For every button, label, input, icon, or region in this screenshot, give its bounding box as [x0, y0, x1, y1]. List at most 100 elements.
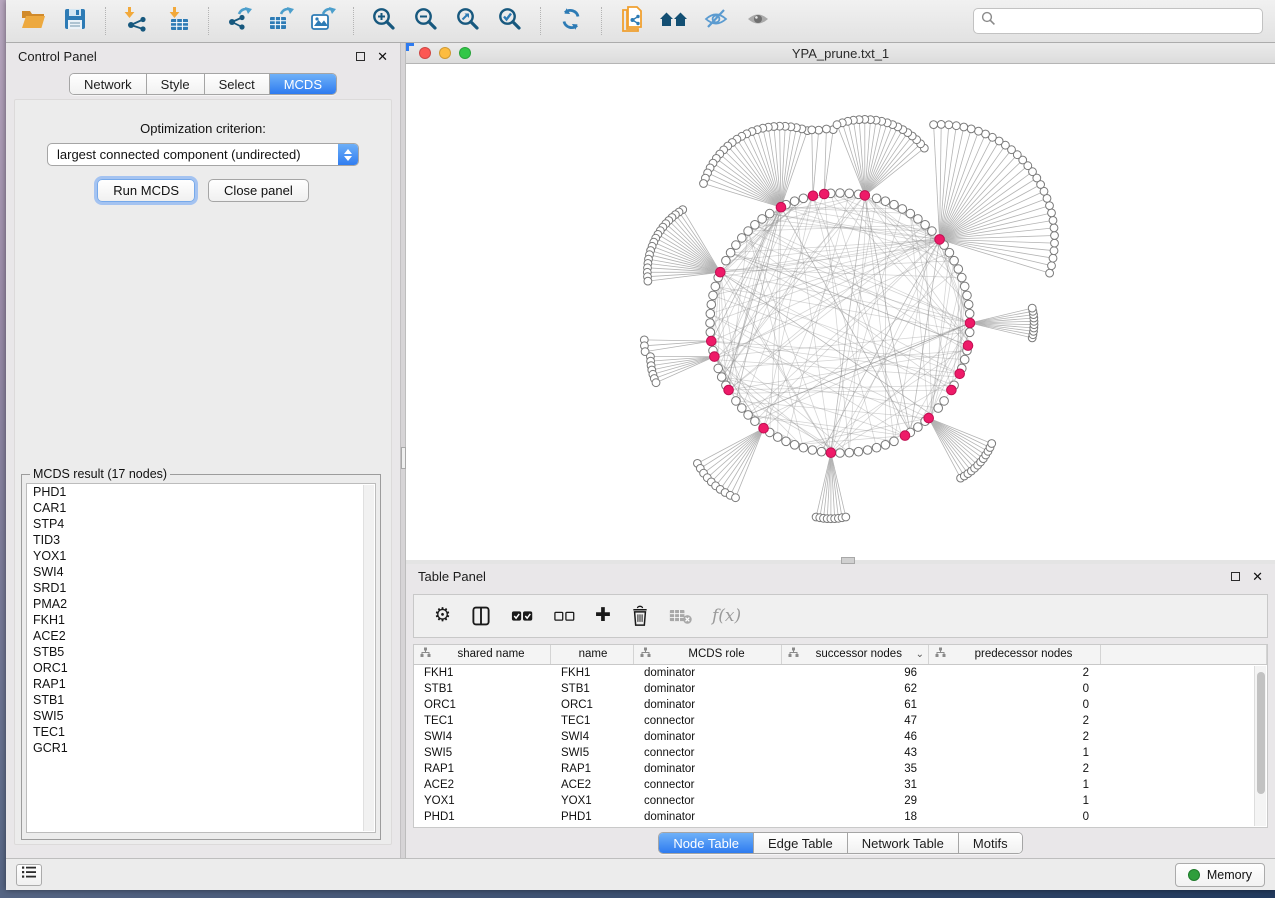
search-input[interactable]: [1001, 14, 1255, 29]
shared-column-icon: [420, 647, 436, 661]
close-panel-icon[interactable]: ✕: [377, 50, 388, 63]
close-panel-icon[interactable]: ✕: [1252, 570, 1263, 583]
tab-network[interactable]: Network: [70, 74, 147, 94]
eye-icon: [745, 6, 771, 37]
optimization-criterion-label: Optimization criterion:: [15, 121, 391, 136]
list-item[interactable]: TID3: [27, 532, 375, 548]
search-icon: [981, 11, 996, 31]
deselect-all-columns-icon[interactable]: [554, 607, 576, 625]
horizontal-splitter[interactable]: [406, 560, 1275, 564]
list-item[interactable]: FKH1: [27, 612, 375, 628]
list-item[interactable]: ORC1: [27, 660, 375, 676]
sort-descending-icon: ⌄: [916, 649, 924, 660]
import-network-button[interactable]: [117, 4, 155, 38]
table-row[interactable]: SWI4SWI4dominator462: [414, 729, 1267, 745]
toolbar-separator: [208, 7, 209, 35]
table-row[interactable]: SWI5SWI5connector431: [414, 745, 1267, 761]
table-row[interactable]: PHD1PHD1dominator180: [414, 809, 1267, 825]
table-row[interactable]: ORC1ORC1dominator610: [414, 697, 1267, 713]
table-row[interactable]: TEC1TEC1connector472: [414, 713, 1267, 729]
tab-select[interactable]: Select: [205, 74, 270, 94]
show-columns-icon[interactable]: [470, 605, 492, 627]
table-row[interactable]: FKH1FKH1dominator962: [414, 665, 1267, 681]
network-canvas[interactable]: [406, 64, 1275, 560]
zoom-in-icon: [371, 6, 397, 37]
task-history-button[interactable]: [16, 864, 42, 886]
splitter-handle[interactable]: [841, 557, 855, 564]
close-panel-button[interactable]: Close panel: [208, 179, 309, 202]
tab-motifs[interactable]: Motifs: [959, 833, 1022, 853]
table-row[interactable]: ACE2ACE2connector311: [414, 777, 1267, 793]
tab-style[interactable]: Style: [147, 74, 205, 94]
mcds-panel: Optimization criterion: largest connecte…: [14, 99, 392, 845]
export-table-button[interactable]: [262, 4, 300, 38]
network-window-titlebar[interactable]: YPA_prune.txt_1: [406, 43, 1275, 64]
table-settings-gear-icon[interactable]: ⚙: [434, 606, 451, 625]
show-hidden-button[interactable]: [739, 4, 777, 38]
mcds-result-title: MCDS result (17 nodes): [30, 467, 170, 481]
list-item[interactable]: STB1: [27, 692, 375, 708]
table-scrollbar[interactable]: [1254, 666, 1266, 827]
create-column-plus-icon[interactable]: ✚: [595, 606, 611, 625]
list-item[interactable]: RAP1: [27, 676, 375, 692]
tab-mcds[interactable]: MCDS: [270, 74, 336, 94]
function-builder-icon: f(x): [712, 606, 741, 626]
table-row[interactable]: STB1STB1dominator620: [414, 681, 1267, 697]
delete-column-trash-icon[interactable]: [630, 605, 650, 627]
memory-button[interactable]: Memory: [1175, 863, 1265, 887]
list-item[interactable]: SWI5: [27, 708, 375, 724]
import-table-button[interactable]: [159, 4, 197, 38]
two-houses-icon: [659, 6, 689, 37]
list-item[interactable]: GCR1: [27, 740, 375, 756]
dropdown-stepper-icon: [338, 143, 358, 166]
save-session-button[interactable]: [56, 4, 94, 38]
export-image-button[interactable]: [304, 4, 342, 38]
table-scrollbar-thumb[interactable]: [1257, 672, 1265, 794]
zoom-out-button[interactable]: [407, 4, 445, 38]
list-item[interactable]: PMA2: [27, 596, 375, 612]
list-item[interactable]: SRD1: [27, 580, 375, 596]
float-panel-icon[interactable]: [356, 52, 365, 61]
tab-node-table[interactable]: Node Table: [659, 833, 754, 853]
list-item[interactable]: ACE2: [27, 628, 375, 644]
zoom-selected-icon: [497, 6, 523, 37]
list-item[interactable]: STB5: [27, 644, 375, 660]
zoom-fit-button[interactable]: [449, 4, 487, 38]
export-network-button[interactable]: [220, 4, 258, 38]
table-row[interactable]: RAP1RAP1dominator352: [414, 761, 1267, 777]
refresh-view-button[interactable]: [552, 4, 590, 38]
column-header-successor-nodes[interactable]: successor nodes⌄: [782, 645, 929, 664]
list-item[interactable]: PHD1: [27, 484, 375, 500]
search-box: [973, 8, 1263, 34]
zoom-in-button[interactable]: [365, 4, 403, 38]
network-graph[interactable]: [406, 64, 1275, 560]
zoom-selected-button[interactable]: [491, 4, 529, 38]
network-document-icon: [619, 6, 645, 37]
table-header-row: shared namenameMCDS rolesuccessor nodes⌄…: [414, 645, 1267, 665]
hide-selected-button[interactable]: [697, 4, 735, 38]
first-neighbors-button[interactable]: [655, 4, 693, 38]
import-table-icon: [165, 6, 191, 37]
tab-network-table[interactable]: Network Table: [848, 833, 959, 853]
list-item[interactable]: TEC1: [27, 724, 375, 740]
result-list-scrollbar[interactable]: [363, 485, 374, 831]
delete-table-icon: [669, 606, 693, 626]
column-header-predecessor-nodes[interactable]: predecessor nodes: [929, 645, 1101, 664]
tab-edge-table[interactable]: Edge Table: [754, 833, 848, 853]
table-row[interactable]: YOX1YOX1connector291: [414, 793, 1267, 809]
select-all-columns-icon[interactable]: [511, 606, 535, 626]
list-item[interactable]: STP4: [27, 516, 375, 532]
column-header-MCDS-role[interactable]: MCDS role: [634, 645, 782, 664]
list-item[interactable]: SWI4: [27, 564, 375, 580]
shared-column-icon: [640, 647, 656, 661]
run-mcds-button[interactable]: Run MCDS: [97, 179, 195, 202]
list-item[interactable]: CAR1: [27, 500, 375, 516]
open-file-button[interactable]: [14, 4, 52, 38]
column-header-name[interactable]: name: [551, 645, 634, 664]
list-item[interactable]: YOX1: [27, 548, 375, 564]
criterion-dropdown[interactable]: largest connected component (undirected): [47, 143, 359, 166]
float-panel-icon[interactable]: [1231, 572, 1240, 581]
network-document-button[interactable]: [613, 4, 651, 38]
table-panel: Table Panel ✕ ⚙ ✚ f(x) shared namenam: [406, 564, 1275, 858]
column-header-shared-name[interactable]: shared name: [414, 645, 551, 664]
